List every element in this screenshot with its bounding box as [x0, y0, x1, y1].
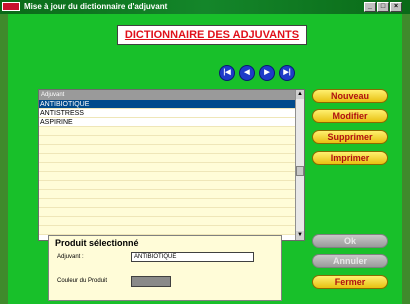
- list-rows: ANTIBIOTIQUE ANTISTRESS ASPIRINE: [39, 100, 295, 235]
- imprimer-button[interactable]: Imprimer: [312, 151, 388, 165]
- list-item-empty[interactable]: [39, 217, 295, 226]
- list-item-empty[interactable]: [39, 145, 295, 154]
- list-item[interactable]: ANTISTRESS: [39, 109, 295, 118]
- window-controls: _ □ ×: [364, 2, 402, 12]
- scroll-down-icon[interactable]: ▼: [296, 231, 304, 240]
- nouveau-button[interactable]: Nouveau: [312, 89, 388, 103]
- modifier-button[interactable]: Modifier: [312, 109, 388, 123]
- list-item-empty[interactable]: [39, 181, 295, 190]
- main-panel: DICTIONNAIRE DES ADJUVANTS |◀ ◀ ▶ ▶| Adj…: [8, 14, 402, 304]
- list-item-empty[interactable]: [39, 127, 295, 136]
- page-title: DICTIONNAIRE DES ADJUVANTS: [117, 25, 307, 45]
- scroll-thumb[interactable]: [296, 166, 304, 176]
- scroll-up-icon[interactable]: ▲: [296, 90, 304, 99]
- list-item[interactable]: ANTIBIOTIQUE: [39, 100, 295, 109]
- minimize-icon[interactable]: _: [364, 2, 376, 12]
- list-item-empty[interactable]: [39, 163, 295, 172]
- list-item-empty[interactable]: [39, 226, 295, 235]
- list-item-empty[interactable]: [39, 154, 295, 163]
- list-item-empty[interactable]: [39, 199, 295, 208]
- next-record-icon[interactable]: ▶: [259, 65, 275, 81]
- dictionary-window: Mise à jour du dictionnaire d'adjuvant _…: [0, 0, 410, 304]
- product-color-swatch[interactable]: [131, 276, 171, 287]
- list-item-empty[interactable]: [39, 136, 295, 145]
- list-scrollbar[interactable]: ▲ ▼: [295, 90, 304, 240]
- adjuvant-label: Adjuvant :: [57, 254, 84, 260]
- column-header-adjuvant[interactable]: Adjuvant: [39, 90, 295, 100]
- record-navigation: |◀ ◀ ▶ ▶|: [219, 65, 295, 81]
- annuler-button[interactable]: Annuler: [312, 254, 388, 268]
- adjuvant-list[interactable]: Adjuvant ANTIBIOTIQUE ANTISTRESS ASPIRIN…: [38, 89, 305, 241]
- title-bar[interactable]: Mise à jour du dictionnaire d'adjuvant _…: [0, 0, 410, 14]
- list-item-empty[interactable]: [39, 172, 295, 181]
- adjuvant-field[interactable]: ANTIBIOTIQUE: [131, 252, 254, 262]
- list-item[interactable]: ASPIRINE: [39, 118, 295, 127]
- list-item-empty[interactable]: [39, 208, 295, 217]
- first-record-icon[interactable]: |◀: [219, 65, 235, 81]
- last-record-icon[interactable]: ▶|: [279, 65, 295, 81]
- app-menu-icon[interactable]: [2, 2, 20, 11]
- previous-record-icon[interactable]: ◀: [239, 65, 255, 81]
- supprimer-button[interactable]: Supprimer: [312, 130, 388, 144]
- fermer-button[interactable]: Fermer: [312, 275, 388, 289]
- selected-product-title: Produit sélectionné: [55, 238, 139, 248]
- maximize-icon[interactable]: □: [377, 2, 389, 12]
- ok-button[interactable]: Ok: [312, 234, 388, 248]
- window-title: Mise à jour du dictionnaire d'adjuvant: [24, 2, 168, 11]
- product-color-label: Couleur du Produit: [57, 278, 108, 284]
- close-icon[interactable]: ×: [390, 2, 402, 12]
- selected-product-panel: Produit sélectionné Adjuvant : ANTIBIOTI…: [48, 235, 282, 301]
- list-item-empty[interactable]: [39, 190, 295, 199]
